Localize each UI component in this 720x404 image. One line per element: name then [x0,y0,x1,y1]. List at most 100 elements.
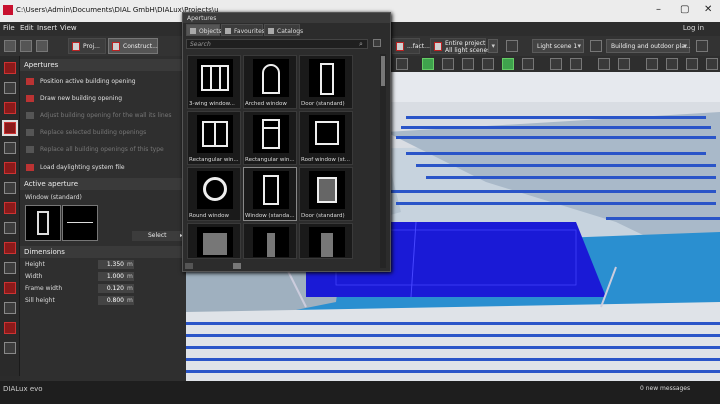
load-daylighting-action[interactable]: Load daylighting system file [26,164,125,171]
beam-tool-icon[interactable] [4,322,16,334]
replace-all-action[interactable]: Replace all building openings of this ty… [26,146,164,153]
view-toolbar [390,56,720,72]
facade-tab[interactable]: ...fact... [392,38,430,54]
undo-icon[interactable] [4,40,16,52]
replace-selected-action[interactable]: Replace selected building openings [26,129,146,136]
height-field[interactable]: 1.350 [98,260,126,269]
select-button[interactable]: Select▸ [132,231,186,241]
level-green-icon[interactable] [422,58,434,70]
scrollbar-thumb[interactable] [381,56,385,86]
cutout-tool-icon[interactable] [4,182,16,194]
door-tool-icon[interactable] [4,162,16,174]
room-tool-icon[interactable] [4,282,16,294]
view-options-icon[interactable] [373,39,381,47]
aperture-tile-door[interactable]: Door (standard) [299,55,353,109]
aperture-tile-12[interactable] [299,223,353,259]
lock-icon[interactable] [706,58,718,70]
visibility-icon[interactable] [686,58,698,70]
resize-icon[interactable] [185,263,193,269]
aperture-tile-11[interactable] [243,223,297,259]
level-green-icon-2[interactable] [502,58,514,70]
grid-view-icon[interactable] [233,263,241,269]
catalog-search-input[interactable]: Search [186,39,368,49]
construction-tab[interactable]: Construct... [108,38,158,54]
level-icon-2[interactable] [442,58,454,70]
aperture-tool-icon[interactable] [2,120,18,136]
tab-objects[interactable]: Objects [186,24,222,36]
login-link[interactable]: Log in [683,24,704,32]
building-icon [434,42,442,51]
toolbar-more-icon[interactable] [696,40,708,52]
3-wing-window-icon [197,59,233,97]
tool-strip [0,56,20,376]
objects-icon [190,28,196,34]
maximize-icon[interactable]: ▢ [680,4,689,15]
frame-width-field[interactable]: 0.120 [98,284,126,293]
building-scope-dropdown[interactable]: Building and outdoor pla... ▾ [606,39,691,53]
roof-window-icon [309,115,345,153]
light-scene-dropdown[interactable]: Light scene 1 ▾ [532,39,584,53]
tab-favourites[interactable]: Favourites [221,24,265,36]
roof-tool-icon[interactable] [4,142,16,154]
ceiling-tool-icon[interactable] [4,222,16,234]
menu-edit[interactable]: Edit [20,24,34,32]
width-field[interactable]: 1.000 [98,272,126,281]
aperture-tile-10[interactable] [187,223,241,259]
aperture-tile-door-2[interactable]: Door (standard) [299,167,353,221]
sill-height-unit: m [126,296,134,305]
draw-icon [26,95,34,102]
aperture-tile-arched[interactable]: Arched window [243,55,297,109]
aperture-tile-rectangular-1[interactable]: Rectangular win... [187,111,241,165]
render-icon[interactable] [618,58,630,70]
menu-file[interactable]: File [3,24,15,32]
messages-counter[interactable]: 0 new messages [640,385,690,392]
aperture-tile-window-standard[interactable]: Window (standa... [243,167,297,221]
dimensions-section-title: Dimensions [20,246,186,258]
zoom-fit-icon[interactable] [550,58,562,70]
menu-insert[interactable]: Insert [37,24,57,32]
building-tool-icon[interactable] [4,62,16,74]
aperture-tile-roof-window[interactable]: Roof window (st... [299,111,353,165]
sill-height-field[interactable]: 0.800 [98,296,126,305]
stairs-tool-icon[interactable] [4,202,16,214]
minimize-icon[interactable]: – [656,4,661,15]
material-tool-icon[interactable] [4,342,16,354]
window-icon [309,227,345,257]
catalog-scrollbar[interactable] [380,54,386,268]
column-tool-icon[interactable] [4,302,16,314]
scene-settings-icon[interactable] [590,40,602,52]
display-icon[interactable] [646,58,658,70]
camera-icon[interactable] [598,58,610,70]
draw-opening-action[interactable]: Draw new building opening [26,95,122,102]
apertures-panel: Apertures Position active building openi… [20,56,186,381]
level-icon-4[interactable] [482,58,494,70]
close-icon[interactable]: ✕ [704,4,712,15]
level-icon-3[interactable] [462,58,474,70]
status-bar: DIALux evo 0 new messages [0,381,720,404]
view-3d-icon[interactable] [570,58,582,70]
aperture-tile-rectangular-2[interactable]: Rectangular win... [243,111,297,165]
level-icon-5[interactable] [522,58,534,70]
terrain-tool-icon[interactable] [4,242,16,254]
light-scene-icon[interactable] [506,40,518,52]
project-tab[interactable]: Proj... [68,38,106,54]
active-aperture-preview[interactable] [25,205,61,241]
element-tool-icon[interactable] [4,262,16,274]
aperture-tile-3wing[interactable]: 3-wing window... [187,55,241,109]
entire-project-dropdown[interactable]: ▾ [488,39,498,53]
position-opening-action[interactable]: Position active building opening [26,78,136,85]
storey-tool-icon[interactable] [4,82,16,94]
tab-catalogs[interactable]: Catalogs [264,24,303,36]
redo-icon[interactable] [20,40,32,52]
save-icon[interactable] [36,40,48,52]
search-icon[interactable]: ⌕ [359,40,363,49]
aperture-tile-round[interactable]: Round window [187,167,241,221]
menu-view[interactable]: View [60,24,77,32]
adjust-icon [26,112,34,119]
adjust-opening-action[interactable]: Adjust building opening for the wall its… [26,112,172,119]
floor-view-icon[interactable] [396,58,408,70]
settings-icon[interactable] [666,58,678,70]
aperture-side-preview[interactable] [62,205,98,241]
wall-tool-icon[interactable] [4,102,16,114]
entire-project-selector[interactable]: Entire project All light scenes [430,38,490,54]
